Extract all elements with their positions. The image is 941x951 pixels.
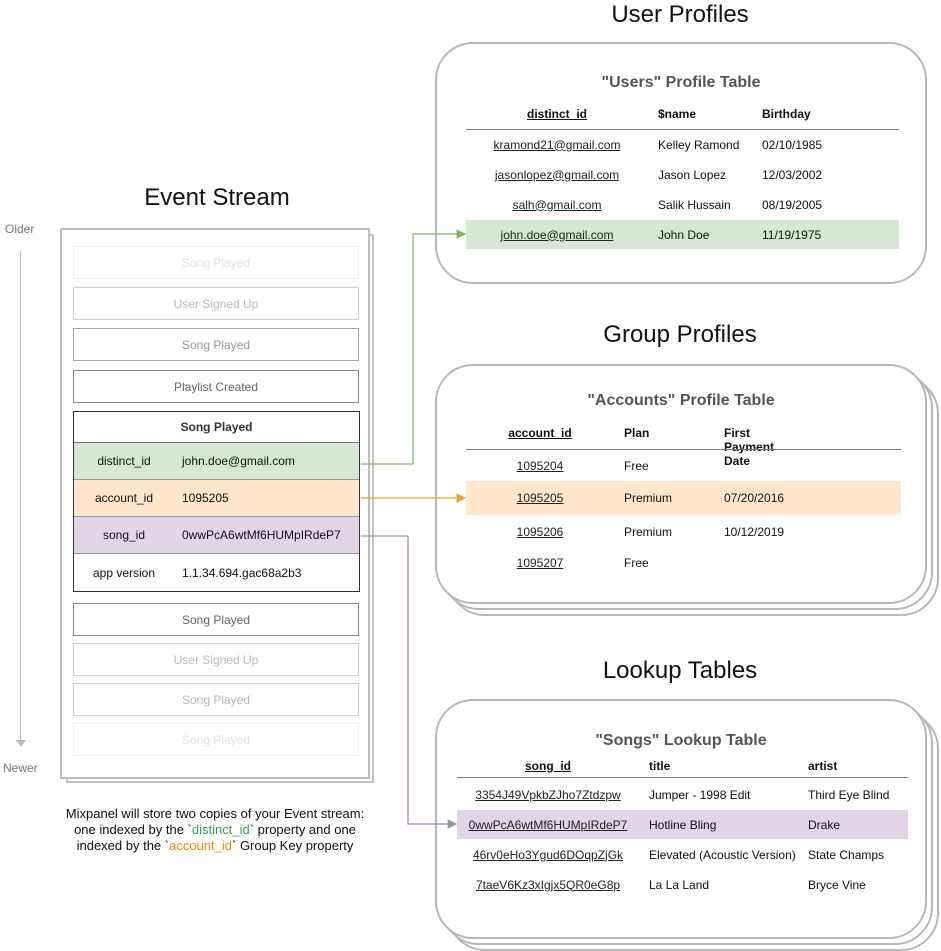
- timeline-line: [20, 250, 21, 742]
- column-header[interactable]: distinct_id: [457, 107, 657, 121]
- users-table-title: "Users" Profile Table: [601, 74, 761, 91]
- column-header[interactable]: title: [649, 759, 670, 773]
- event-property-row: song_id 0wwPcA6wtMf6HUMpIRdeP7: [74, 517, 359, 554]
- caption-line-2: one indexed by the `distinct_id` propert…: [74, 822, 356, 837]
- event-item[interactable]: Song Played: [73, 328, 359, 361]
- table-cell: Third Eye Blind: [808, 787, 890, 802]
- property-value: 0wwPcA6wtMf6HUMpIRdeP7: [182, 528, 341, 542]
- table-cell: Salik Hussain: [658, 197, 731, 212]
- property-value: 1.1.34.694.gac68a2b3: [182, 565, 302, 580]
- column-header[interactable]: artist: [808, 759, 837, 773]
- table-cell: Jumper - 1998 Edit: [649, 787, 751, 802]
- key-cell-link[interactable]: jasonlopez@gmail.com: [457, 168, 657, 182]
- table-cell: Jason Lopez: [658, 167, 727, 182]
- table-cell: Premium: [624, 525, 673, 539]
- selected-event-name: Song Played: [74, 412, 359, 443]
- accounts-table-title: "Accounts" Profile Table: [587, 392, 775, 409]
- timeline-older-label: Older: [5, 222, 35, 236]
- key-cell-link[interactable]: 3354J49VpkbZJho7Ztdzpw: [448, 788, 648, 802]
- table-row[interactable]: jasonlopez@gmail.com Jason Lopez 12/03/200…: [466, 160, 899, 189]
- column-header[interactable]: Plan: [624, 426, 649, 440]
- caption-account-id-key: account_id: [169, 838, 232, 853]
- table-cell: 11/19/1975: [762, 227, 822, 242]
- event-stream-title: Event Stream: [144, 184, 290, 211]
- table-row[interactable]: john.doe@gmail.com John Doe 11/19/1975: [466, 220, 899, 249]
- event-property-row: app version 1.1.34.694.gac68a2b3: [74, 554, 359, 591]
- table-cell: John Doe: [658, 227, 710, 242]
- event-item[interactable]: User Signed Up: [73, 643, 359, 676]
- table-row[interactable]: 7taeV6Kz3xIgjx5QR0eG8p La La Land Bryce Vi…: [457, 870, 908, 899]
- user-profiles-title: User Profiles: [611, 1, 749, 28]
- key-cell-link[interactable]: 1095205: [440, 491, 640, 505]
- event-property-row: distinct_id john.doe@gmail.com: [74, 443, 359, 480]
- key-cell-link[interactable]: 7taeV6Kz3xIgjx5QR0eG8p: [448, 878, 648, 892]
- table-row[interactable]: 1095206 Premium 10/12/2019: [466, 515, 901, 549]
- table-cell: Drake: [808, 817, 841, 832]
- key-cell-link[interactable]: 46rv0eHo3Ygud6DOqpZjGk: [448, 848, 648, 862]
- key-cell-link[interactable]: 1095204: [440, 459, 640, 473]
- key-cell-link[interactable]: 0wwPcA6wtMf6HUMpIRdeP7: [448, 818, 648, 832]
- caption-line-1: Mixpanel will store two copies of your E…: [65, 806, 365, 821]
- property-key: song_id: [102, 528, 146, 542]
- event-property-row: account_id 1095205: [74, 480, 359, 517]
- table-cell: 02/10/1985: [762, 137, 823, 152]
- event-item[interactable]: User Signed Up: [73, 287, 359, 320]
- property-key: app version: [92, 565, 156, 580]
- table-cell: 08/19/2005: [762, 197, 823, 212]
- table-cell: 12/03/2002: [762, 167, 823, 182]
- event-item[interactable]: Playlist Created: [73, 370, 359, 403]
- column-header[interactable]: account_id: [440, 426, 640, 440]
- event-item[interactable]: Song Played: [73, 723, 359, 756]
- event-stream-caption: Mixpanel will store two copies of your E…: [40, 806, 390, 854]
- column-header[interactable]: song_id: [448, 759, 648, 773]
- timeline-newer-label: Newer: [3, 761, 38, 775]
- table-cell: Hotline Bling: [649, 817, 717, 832]
- event-item[interactable]: Song Played: [73, 246, 359, 279]
- table-cell: Free: [624, 556, 649, 570]
- table-cell: La La Land: [649, 877, 710, 892]
- table-cell: 07/20/2016: [724, 491, 785, 505]
- caption-distinct-id-key: distinct_id: [191, 822, 250, 837]
- table-cell: State Champs: [808, 847, 885, 862]
- table-row[interactable]: 1095205 Premium 07/20/2016: [466, 481, 901, 515]
- table-row[interactable]: 0wwPcA6wtMf6HUMpIRdeP7 Hotline Bling Drake: [457, 810, 908, 839]
- key-cell-link[interactable]: kramond21@gmail.com: [457, 138, 657, 152]
- table-row[interactable]: 1095204 Free: [466, 449, 901, 483]
- event-item[interactable]: Song Played: [73, 683, 359, 716]
- selected-event-card[interactable]: Song Played distinct_id john.doe@gmail.co…: [73, 411, 360, 592]
- table-row[interactable]: salh@gmail.com Salik Hussain 08/19/2005: [466, 190, 899, 219]
- table-row[interactable]: 1095207 Free: [466, 546, 901, 580]
- property-value: 1095205: [182, 491, 229, 505]
- key-cell-link[interactable]: 1095206: [440, 525, 640, 539]
- key-cell-link[interactable]: john.doe@gmail.com: [457, 228, 657, 242]
- caption-line-3: indexed by the `account_id` Group Key pr…: [76, 838, 354, 853]
- table-row[interactable]: 3354J49VpkbZJho7Ztdzpw Jumper - 1998 Edit…: [457, 780, 908, 809]
- event-item[interactable]: Song Played: [73, 603, 359, 636]
- table-cell: Kelley Ramond: [658, 137, 740, 152]
- table-row[interactable]: 46rv0eHo3Ygud6DOqpZjGk Elevated (Acoustic…: [457, 840, 908, 869]
- group-profiles-title: Group Profiles: [603, 321, 757, 348]
- table-cell: Bryce Vine: [808, 877, 866, 892]
- timeline-arrow-down-icon: [16, 740, 26, 747]
- header-divider: [457, 777, 908, 778]
- table-cell: 10/12/2019: [724, 525, 785, 539]
- property-key: distinct_id: [97, 454, 151, 468]
- property-value: john.doe@gmail.com: [182, 454, 295, 468]
- songs-table-title: "Songs" Lookup Table: [595, 732, 767, 749]
- column-header[interactable]: $name: [658, 107, 696, 121]
- table-cell: Free: [624, 459, 649, 473]
- table-cell: Elevated (Acoustic Version): [649, 847, 796, 862]
- lookup-tables-title: Lookup Tables: [602, 657, 758, 684]
- column-header[interactable]: Birthday: [762, 107, 811, 121]
- table-cell: Premium: [624, 491, 673, 505]
- key-cell-link[interactable]: 1095207: [440, 556, 640, 570]
- table-row[interactable]: kramond21@gmail.com Kelley Ramond 02/10/19…: [466, 130, 899, 159]
- property-key: account_id: [94, 491, 154, 505]
- key-cell-link[interactable]: salh@gmail.com: [457, 198, 657, 212]
